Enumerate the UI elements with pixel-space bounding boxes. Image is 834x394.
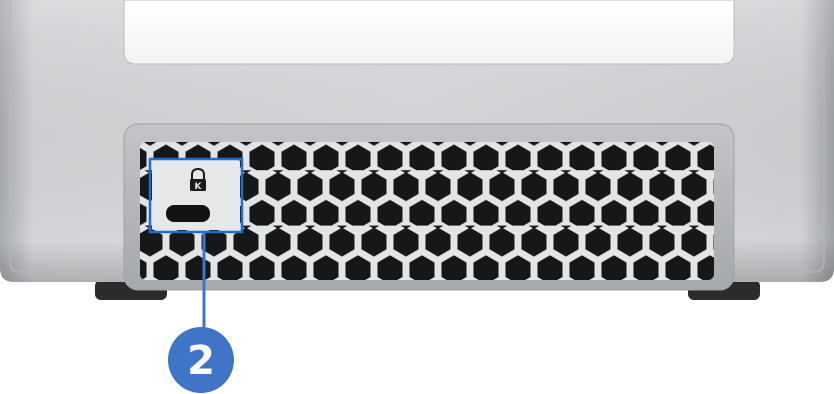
top-window [123, 0, 735, 65]
security-slot[interactable] [166, 205, 210, 222]
device-illustration: K 2 [0, 0, 834, 393]
callout-badge: 2 [168, 327, 234, 393]
callout-number: 2 [187, 338, 215, 384]
svg-text:K: K [195, 182, 203, 192]
security-slot-area: K [152, 160, 240, 230]
